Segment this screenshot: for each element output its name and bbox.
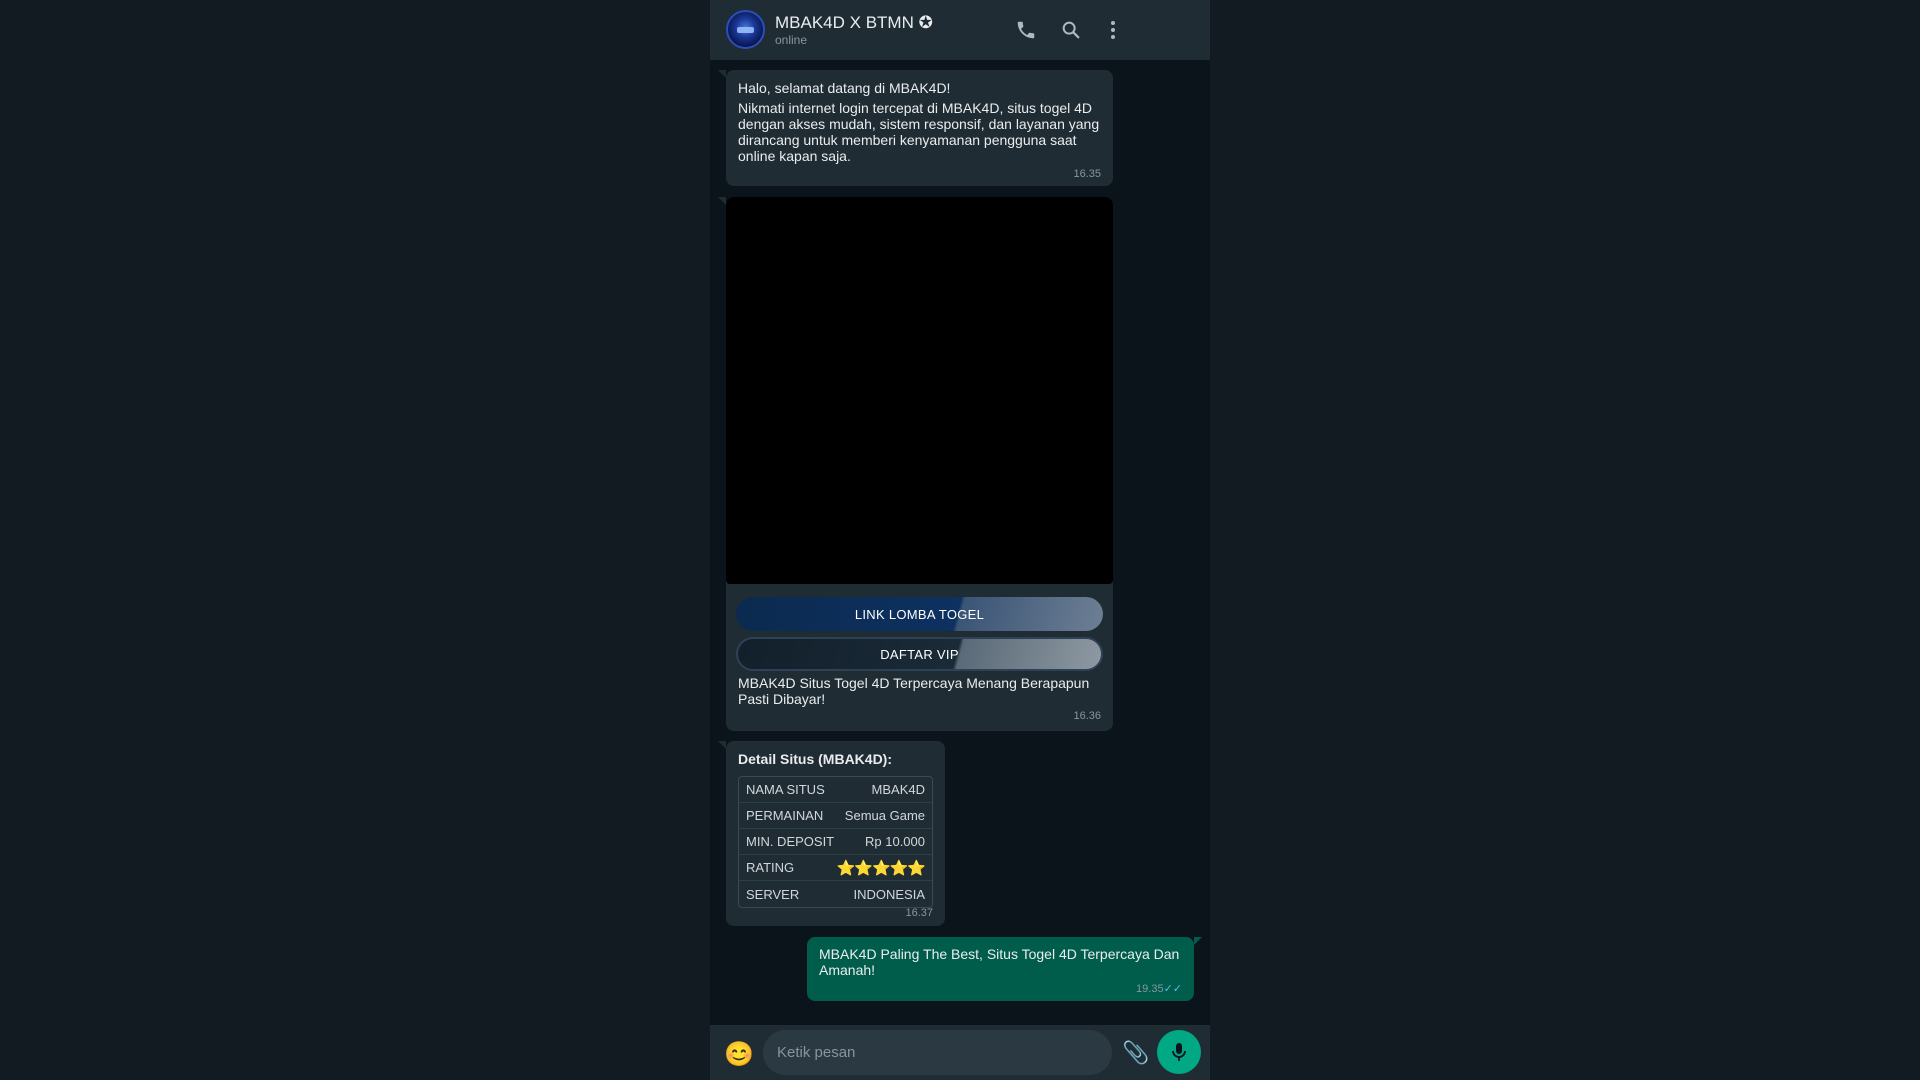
message-time: 16.37: [905, 907, 933, 919]
phone-icon[interactable]: [1013, 17, 1039, 43]
table-row: NAMA SITUS MBAK4D: [739, 777, 932, 803]
table-row: RATING ⭐⭐⭐⭐⭐: [739, 855, 932, 881]
avatar[interactable]: [726, 10, 765, 49]
message-time: 16.35: [1073, 168, 1101, 180]
row-value: INDONESIA: [853, 886, 925, 902]
search-icon[interactable]: [1058, 17, 1084, 43]
avatar-logo: [737, 27, 754, 33]
table-row: MIN. DEPOSIT Rp 10.000: [739, 829, 932, 855]
details-heading: Detail Situs (MBAK4D):: [738, 751, 893, 767]
message-caption: MBAK4D Situs Togel 4D Terpercaya Menang …: [738, 675, 1090, 707]
message-time: 16.36: [1073, 710, 1101, 722]
message-body: Nikmati internet login tercepat di MBAK4…: [738, 100, 1100, 164]
video-player[interactable]: [726, 197, 1113, 584]
button-label: DAFTAR VIP: [880, 646, 959, 662]
table-row: SERVER INDONESIA: [739, 881, 932, 907]
row-label: SERVER: [746, 886, 800, 902]
daftar-vip-button[interactable]: DAFTAR VIP: [736, 637, 1103, 671]
table-row: PERMAINAN Semua Game: [739, 803, 932, 829]
chat-status: online: [775, 33, 808, 47]
composer-bar: 😊 📎: [710, 1025, 1210, 1080]
mic-button[interactable]: [1157, 1030, 1201, 1074]
read-ticks-icon: ✓✓: [1163, 983, 1182, 995]
row-label: MIN. DEPOSIT: [746, 834, 835, 849]
message-welcome: Halo, selamat datang di MBAK4D! Nikmati …: [718, 70, 1113, 186]
message-time-group: 19.35✓✓: [1136, 982, 1182, 995]
details-table: NAMA SITUS MBAK4D PERMAINAN Semua Game MIN…: [738, 776, 933, 908]
message-greeting: Halo, selamat datang di MBAK4D!: [738, 80, 951, 96]
chat-window: MBAK4D X BTMN ✪ online Halo, selamat dat…: [710, 0, 1210, 1080]
more-options-icon[interactable]: [1100, 17, 1126, 43]
rating-stars: ⭐⭐⭐⭐⭐: [836, 859, 926, 877]
emoji-icon[interactable]: 😊: [724, 1040, 754, 1069]
message-outgoing: MBAK4D Paling The Best, Situs Togel 4D T…: [807, 937, 1202, 1001]
message-media: LINK LOMBA TOGEL DAFTAR VIP MBAK4D Situs…: [718, 197, 1113, 731]
message-site-details: Detail Situs (MBAK4D): NAMA SITUS MBAK4D …: [718, 741, 945, 926]
row-value: MBAK4D: [871, 782, 925, 797]
row-label: PERMAINAN: [746, 808, 824, 823]
mic-icon: [1172, 1043, 1186, 1061]
row-label: RATING: [746, 860, 795, 875]
message-text: MBAK4D Paling The Best, Situs Togel 4D T…: [819, 946, 1180, 978]
row-label: NAMA SITUS: [746, 782, 825, 797]
row-value: Rp 10.000: [865, 834, 925, 849]
attach-icon[interactable]: 📎: [1122, 1040, 1149, 1066]
chat-header: MBAK4D X BTMN ✪ online: [710, 0, 1210, 60]
chat-title[interactable]: MBAK4D X BTMN ✪: [775, 13, 933, 33]
button-label: LINK LOMBA TOGEL: [854, 606, 985, 622]
message-time: 19.35: [1136, 983, 1164, 995]
row-value: Semua Game: [844, 808, 925, 823]
link-lomba-togel-button[interactable]: LINK LOMBA TOGEL: [736, 597, 1103, 631]
message-input[interactable]: [763, 1030, 1112, 1075]
